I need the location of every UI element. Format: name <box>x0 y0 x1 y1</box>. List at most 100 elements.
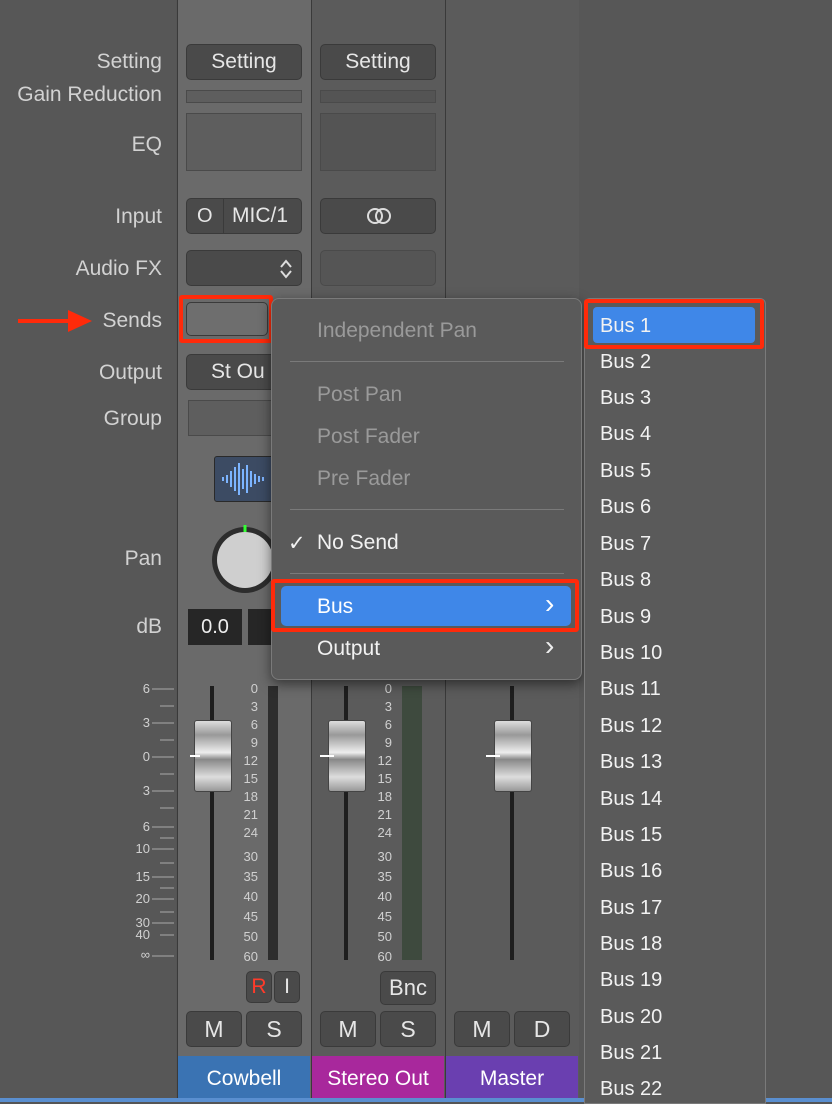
pan-knob[interactable] <box>208 522 278 594</box>
mute-button[interactable]: M <box>454 1011 510 1047</box>
solo-button[interactable]: S <box>380 1011 436 1047</box>
mute-button[interactable]: M <box>186 1011 242 1047</box>
meter-tick: 30 <box>377 849 392 864</box>
annotation-bus-box <box>271 579 579 632</box>
bus-item[interactable]: Bus 14 <box>600 788 662 811</box>
record-enable-button[interactable]: R <box>246 971 272 1003</box>
eq-thumbnail[interactable] <box>186 113 302 171</box>
meter-tick: 45 <box>243 909 258 924</box>
bus-item[interactable]: Bus 18 <box>600 933 662 956</box>
menu-item-independent-pan[interactable]: Independent Pan <box>317 319 477 343</box>
scale-tick: 15 <box>135 869 150 884</box>
group-slot[interactable] <box>188 400 278 436</box>
bus-item[interactable]: Bus 4 <box>600 423 651 446</box>
eq-thumbnail[interactable] <box>320 113 436 171</box>
menu-item-pre-fader[interactable]: Pre Fader <box>317 467 410 491</box>
gain-reduction-meter <box>186 90 302 103</box>
meter-tick: 35 <box>377 869 392 884</box>
scale-tick: 3 <box>142 715 150 730</box>
meter-tick: 50 <box>243 929 258 944</box>
setting-button[interactable]: Setting <box>186 44 302 80</box>
bus-item[interactable]: Bus 6 <box>600 496 651 519</box>
menu-separator <box>290 573 564 574</box>
meter-tick: 18 <box>377 789 392 804</box>
bus-item[interactable]: Bus 22 <box>600 1078 662 1101</box>
meter-tick: 6 <box>384 717 392 732</box>
menu-item-no-send[interactable]: No Send <box>317 531 399 555</box>
bus-item[interactable]: Bus 17 <box>600 897 662 920</box>
annotation-sends-box <box>179 295 273 343</box>
up-down-chevron-icon <box>280 259 292 279</box>
meter-tick: 9 <box>384 735 392 750</box>
menu-item-post-fader[interactable]: Post Fader <box>317 425 420 449</box>
audio-fx-slot[interactable] <box>186 250 302 286</box>
bus-item[interactable]: Bus 10 <box>600 642 662 665</box>
menu-item-post-pan[interactable]: Post Pan <box>317 383 402 407</box>
bus-item[interactable]: Bus 16 <box>600 860 662 883</box>
meter-tick: 3 <box>384 699 392 714</box>
label-column: Setting Gain Reduction EQ Input Audio FX… <box>0 0 176 1102</box>
scale-tick: 6 <box>142 819 150 834</box>
scale-tick: 20 <box>135 891 150 906</box>
track-name-cowbell[interactable]: Cowbell <box>178 1056 310 1102</box>
meter-tick: 24 <box>377 825 392 840</box>
meter-tick: 40 <box>377 889 392 904</box>
bus-submenu: Bus 1 Bus 2 Bus 3 Bus 4 Bus 5 Bus 6 Bus … <box>584 298 766 1104</box>
scale-tick: 40 <box>135 927 150 942</box>
meter-tick: 0 <box>384 681 392 696</box>
chevron-right-icon: › <box>545 630 555 661</box>
bus-item[interactable]: Bus 19 <box>600 969 662 992</box>
bus-item[interactable]: Bus 11 <box>600 678 661 701</box>
bounce-button[interactable]: Bnc <box>380 971 436 1005</box>
bus-item[interactable]: Bus 13 <box>600 751 662 774</box>
bus-item[interactable]: Bus 3 <box>600 387 651 410</box>
meter-tick: 21 <box>243 807 258 822</box>
meter-tick: 12 <box>377 753 392 768</box>
menu-item-output[interactable]: Output <box>317 637 380 661</box>
meter-tick: 24 <box>243 825 258 840</box>
track-name-stereo-out[interactable]: Stereo Out <box>312 1056 444 1102</box>
left-scale-ticks <box>152 688 174 957</box>
input-label: Input <box>115 205 162 228</box>
input-button[interactable] <box>320 198 436 234</box>
annotation-bus1-box <box>584 299 764 349</box>
pan-label: Pan <box>124 547 162 570</box>
setting-button[interactable]: Setting <box>320 44 436 80</box>
meter-tick: 12 <box>243 753 258 768</box>
meter-tick: 18 <box>243 789 258 804</box>
volume-db-readout[interactable]: 0.0 <box>188 609 242 645</box>
meter-tick: 60 <box>243 949 258 964</box>
scale-tick: 0 <box>142 749 150 764</box>
meter-tick: 6 <box>250 717 258 732</box>
input-monitor-button[interactable]: I <box>274 971 300 1003</box>
audio-waveform-icon <box>214 456 274 502</box>
solo-button[interactable]: S <box>246 1011 302 1047</box>
bus-item[interactable]: Bus 9 <box>600 606 651 629</box>
bus-item[interactable]: Bus 5 <box>600 460 651 483</box>
meter-tick: 35 <box>243 869 258 884</box>
audio-fx-slot[interactable] <box>320 250 436 286</box>
menu-separator <box>290 509 564 510</box>
meter-tick: 9 <box>250 735 258 750</box>
meter-tick: 60 <box>377 949 392 964</box>
scale-tick: ∞ <box>140 947 150 962</box>
bus-item[interactable]: Bus 21 <box>600 1042 662 1065</box>
menu-separator <box>290 361 564 362</box>
input-format-icon: O <box>197 205 213 227</box>
stereo-link-icon <box>367 208 391 224</box>
setting-label: Setting <box>96 50 162 73</box>
track-name-master[interactable]: Master <box>446 1056 578 1102</box>
bus-item[interactable]: Bus 2 <box>600 351 651 374</box>
bus-item[interactable]: Bus 12 <box>600 715 662 738</box>
gain-reduction-label: Gain Reduction <box>17 83 162 106</box>
bus-item[interactable]: Bus 20 <box>600 1006 662 1029</box>
bus-item[interactable]: Bus 7 <box>600 533 651 556</box>
mute-button[interactable]: M <box>320 1011 376 1047</box>
bus-item[interactable]: Bus 8 <box>600 569 651 592</box>
dim-button[interactable]: D <box>514 1011 570 1047</box>
scale-tick: 3 <box>142 783 150 798</box>
input-button[interactable]: O MIC/1 <box>186 198 302 234</box>
sends-label: Sends <box>102 309 162 332</box>
bus-item[interactable]: Bus 15 <box>600 824 662 847</box>
level-meter <box>268 686 278 960</box>
